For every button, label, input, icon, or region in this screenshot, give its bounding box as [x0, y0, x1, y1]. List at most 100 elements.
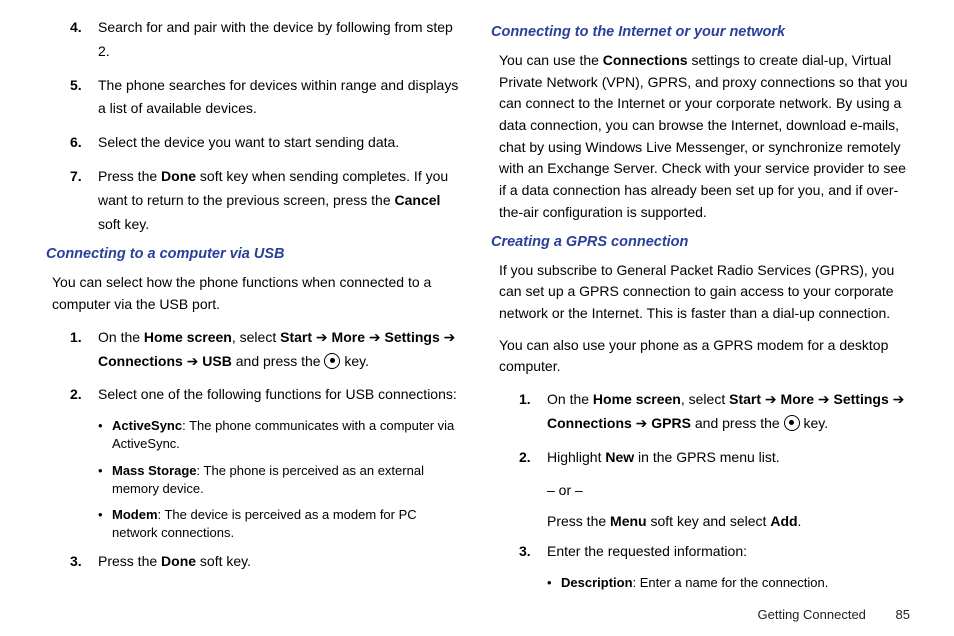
- t: Home screen: [593, 391, 681, 407]
- gprs-step-2b: Press the Menu soft key and select Add.: [547, 510, 914, 532]
- t: Done: [161, 168, 196, 184]
- t: Cancel: [395, 192, 441, 208]
- bullet-icon: •: [547, 574, 561, 592]
- ok-key-icon: [324, 353, 340, 369]
- usb-step-1: 1. On the Home screen, select Start ➔ Mo…: [70, 326, 463, 374]
- t: in the GPRS menu list.: [634, 449, 780, 465]
- gprs-p1: If you subscribe to General Packet Radio…: [499, 260, 914, 325]
- bullet-text: ActiveSync: The phone communicates with …: [112, 417, 463, 453]
- ok-key-icon: [784, 415, 800, 431]
- step-text: Highlight New in the GPRS menu list.: [547, 446, 914, 470]
- bullet-modem: • Modem: The device is perceived as a mo…: [98, 506, 463, 542]
- t: and press the: [691, 415, 784, 431]
- t: Settings: [834, 391, 889, 407]
- t: Press the: [98, 168, 161, 184]
- page-footer: Getting Connected 85: [758, 607, 911, 622]
- step-text: Press the Done soft key when sending com…: [98, 165, 463, 236]
- step-number: 4.: [70, 16, 98, 64]
- t: On the: [547, 391, 593, 407]
- step-number: 3.: [519, 540, 547, 564]
- t: key.: [340, 353, 369, 369]
- gprs-step-1: 1. On the Home screen, select Start ➔ Mo…: [519, 388, 914, 436]
- internet-para: You can use the Connections settings to …: [499, 50, 914, 224]
- t: Home screen: [144, 329, 232, 345]
- arrow-icon: ➔: [440, 329, 456, 345]
- step-text: Select one of the following functions fo…: [98, 383, 463, 407]
- section-heading-gprs: Creating a GPRS connection: [491, 234, 914, 250]
- t: settings to create dial-up, Virtual Priv…: [499, 52, 908, 220]
- t: soft key and select: [647, 513, 771, 529]
- t: key.: [800, 415, 829, 431]
- step-text: Select the device you want to start send…: [98, 131, 463, 155]
- bullet-icon: •: [98, 506, 112, 542]
- step-text: Press the Done soft key.: [98, 550, 463, 574]
- step-text: Enter the requested information:: [547, 540, 914, 564]
- bullet-mass-storage: • Mass Storage: The phone is perceived a…: [98, 462, 463, 498]
- step-number: 5.: [70, 74, 98, 122]
- step-text: On the Home screen, select Start ➔ More …: [547, 388, 914, 436]
- t: Connections: [98, 353, 183, 369]
- usb-step-2: 2. Select one of the following functions…: [70, 383, 463, 407]
- arrow-icon: ➔: [183, 353, 203, 369]
- t: New: [605, 449, 634, 465]
- step-text: Search for and pair with the device by f…: [98, 16, 463, 64]
- t: , select: [232, 329, 280, 345]
- step-text: On the Home screen, select Start ➔ More …: [98, 326, 463, 374]
- t: : Enter a name for the connection.: [633, 575, 829, 590]
- t: Press the: [547, 513, 610, 529]
- t: and press the: [232, 353, 325, 369]
- t: .: [798, 513, 802, 529]
- t: Settings: [385, 329, 440, 345]
- t: Menu: [610, 513, 647, 529]
- t: Mass Storage: [112, 463, 197, 478]
- page-number: 85: [896, 607, 910, 622]
- arrow-icon: ➔: [365, 329, 385, 345]
- arrow-icon: ➔: [312, 329, 332, 345]
- section-heading-internet: Connecting to the Internet or your netwo…: [491, 24, 914, 40]
- step-number: 1.: [519, 388, 547, 436]
- t: Connections: [547, 415, 632, 431]
- bullet-description: • Description: Enter a name for the conn…: [547, 574, 914, 592]
- gprs-step-3: 3. Enter the requested information:: [519, 540, 914, 564]
- arrow-icon: ➔: [761, 391, 781, 407]
- arrow-icon: ➔: [814, 391, 834, 407]
- t: You can use the: [499, 52, 603, 68]
- t: : The device is perceived as a modem for…: [112, 507, 417, 540]
- page: 4. Search for and pair with the device b…: [0, 0, 954, 600]
- t: Highlight: [547, 449, 605, 465]
- bullet-icon: •: [98, 462, 112, 498]
- section-heading-usb: Connecting to a computer via USB: [46, 246, 463, 262]
- step-7: 7. Press the Done soft key when sending …: [70, 165, 463, 236]
- step-number: 6.: [70, 131, 98, 155]
- arrow-icon: ➔: [889, 391, 905, 407]
- usb-intro: You can select how the phone functions w…: [52, 272, 463, 315]
- t: More: [781, 391, 814, 407]
- step-text: The phone searches for devices within ra…: [98, 74, 463, 122]
- step-number: 2.: [70, 383, 98, 407]
- t: Press the: [98, 553, 161, 569]
- right-column: Connecting to the Internet or your netwo…: [491, 16, 914, 600]
- t: Add: [770, 513, 797, 529]
- gprs-step-2: 2. Highlight New in the GPRS menu list.: [519, 446, 914, 470]
- bullet-text: Modem: The device is perceived as a mode…: [112, 506, 463, 542]
- gprs-p2: You can also use your phone as a GPRS mo…: [499, 335, 914, 378]
- step-number: 1.: [70, 326, 98, 374]
- bullet-icon: •: [98, 417, 112, 453]
- step-number: 3.: [70, 550, 98, 574]
- t: GPRS: [651, 415, 691, 431]
- t: Done: [161, 553, 196, 569]
- arrow-icon: ➔: [632, 415, 652, 431]
- step-4: 4. Search for and pair with the device b…: [70, 16, 463, 64]
- bullet-text: Mass Storage: The phone is perceived as …: [112, 462, 463, 498]
- usb-step-3: 3. Press the Done soft key.: [70, 550, 463, 574]
- t: , select: [681, 391, 729, 407]
- t: ActiveSync: [112, 418, 182, 433]
- t: Start: [280, 329, 312, 345]
- t: More: [332, 329, 365, 345]
- bullet-text: Description: Enter a name for the connec…: [561, 574, 914, 592]
- gprs-or: – or –: [547, 479, 914, 501]
- t: Description: [561, 575, 633, 590]
- t: On the: [98, 329, 144, 345]
- step-5: 5. The phone searches for devices within…: [70, 74, 463, 122]
- t: USB: [202, 353, 232, 369]
